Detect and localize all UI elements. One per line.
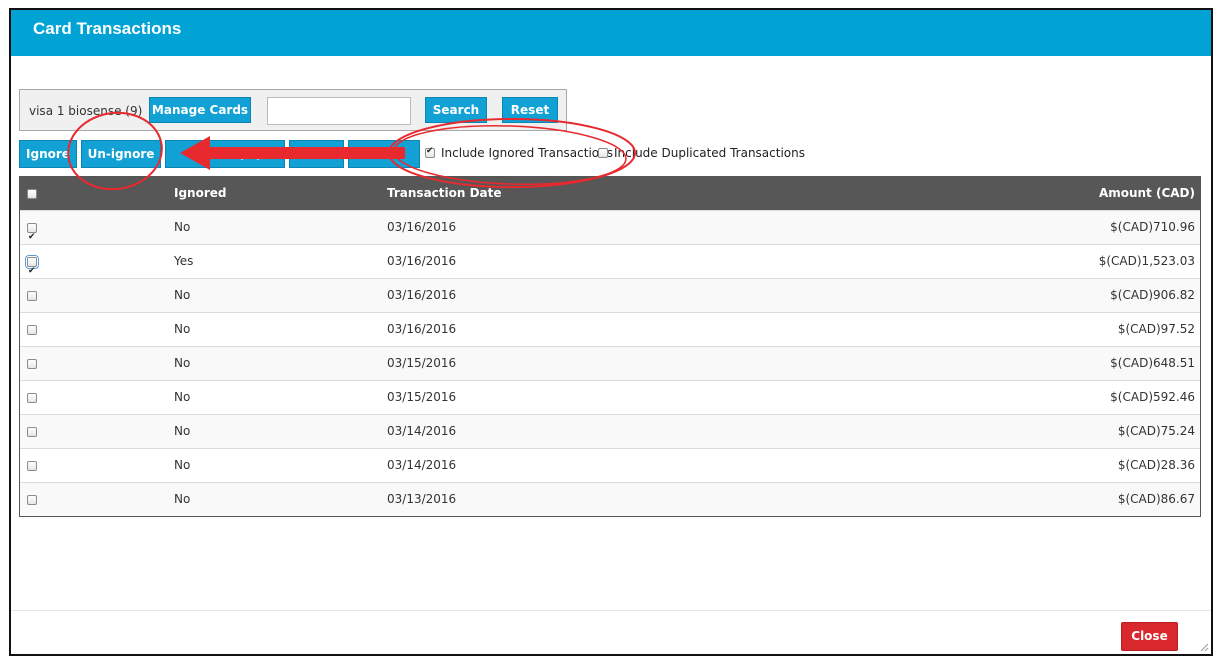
cell-amount: $(CAD)592.46 [1110, 390, 1195, 404]
cell-amount: $(CAD)97.52 [1117, 322, 1195, 336]
row-select-cell [27, 313, 37, 346]
table-header: Ignored Transaction Date Amount (CAD) [20, 177, 1200, 210]
include-ignored-option[interactable]: Include Ignored Transactions [425, 146, 613, 160]
row-select-cell [27, 415, 37, 448]
table-row[interactable]: No 03/15/2016 $(CAD)648.51 [20, 346, 1200, 380]
close-button[interactable]: Close [1121, 622, 1178, 651]
header-date[interactable]: Transaction Date [387, 177, 502, 210]
row-select-cell [27, 279, 37, 312]
table-row[interactable]: Yes 03/16/2016 $(CAD)1,523.03 [20, 244, 1200, 288]
unignore-button[interactable]: Un-ignore [81, 140, 161, 168]
action-button-4[interactable]: … [289, 140, 344, 168]
cell-amount: $(CAD)1,523.03 [1098, 254, 1195, 268]
table-row[interactable]: No 03/16/2016 $(CAD)710.96 [20, 210, 1200, 254]
table-row[interactable]: No 03/13/2016 $(CAD)86.67 [20, 482, 1200, 516]
filter-bar: visa 1 biosense (9) Manage Cards Search … [19, 89, 567, 131]
cell-amount: $(CAD)75.24 [1117, 424, 1195, 438]
row-select-cell [27, 211, 37, 254]
row-checkbox[interactable] [27, 290, 37, 301]
cell-ignored: No [174, 458, 191, 472]
table-row[interactable]: No 03/15/2016 $(CAD)592.46 [20, 380, 1200, 414]
cell-ignored: No [174, 424, 191, 438]
table-row[interactable]: No 03/14/2016 $(CAD)75.24 [20, 414, 1200, 448]
row-select-cell [27, 381, 37, 414]
row-checkbox[interactable] [27, 392, 37, 403]
table-row[interactable]: No 03/16/2016 $(CAD)97.52 [20, 312, 1200, 346]
include-duplicated-checkbox[interactable] [598, 148, 608, 158]
cell-ignored: No [174, 220, 191, 234]
cell-amount: $(CAD)86.67 [1117, 492, 1195, 506]
row-select-cell [25, 245, 39, 288]
resize-grip-icon[interactable] [1199, 642, 1209, 652]
cell-amount: $(CAD)906.82 [1110, 288, 1195, 302]
card-label: visa 1 biosense (9) [29, 104, 143, 118]
select-all-checkbox[interactable] [27, 188, 37, 199]
search-button[interactable]: Search [425, 97, 487, 123]
include-ignored-label: Include Ignored Transactions [441, 146, 613, 160]
footer-divider [11, 610, 1211, 611]
table-body: No 03/16/2016 $(CAD)710.96 Yes 03/16/2016 $(C… [20, 210, 1200, 516]
row-select-cell [27, 483, 37, 516]
header-amount[interactable]: Amount (CAD) [1099, 177, 1195, 210]
row-checkbox[interactable] [27, 460, 37, 471]
cell-amount: $(CAD)648.51 [1110, 356, 1195, 370]
table-row[interactable]: No 03/16/2016 $(CAD)906.82 [20, 278, 1200, 312]
card-transactions-modal: Card Transactions visa 1 biosense (9) Ma… [9, 8, 1213, 656]
cell-amount: $(CAD)28.36 [1117, 458, 1195, 472]
row-checkbox[interactable] [27, 426, 37, 437]
include-ignored-checkbox[interactable] [425, 146, 435, 158]
header-ignored[interactable]: Ignored [174, 177, 227, 210]
cell-ignored: Yes [174, 254, 194, 268]
cell-ignored: No [174, 322, 191, 336]
cell-ignored: No [174, 390, 191, 404]
cell-date: 03/14/2016 [387, 424, 457, 438]
cell-ignored: No [174, 288, 191, 302]
search-input[interactable] [267, 97, 411, 125]
row-checkbox[interactable] [25, 254, 39, 288]
cell-date: 03/16/2016 [387, 288, 457, 302]
transactions-table: Ignored Transaction Date Amount (CAD) No… [19, 176, 1201, 517]
select-all-cell [27, 177, 37, 210]
cell-date: 03/14/2016 [387, 458, 457, 472]
ignore-button[interactable]: Ignore [19, 140, 77, 168]
cell-date: 03/15/2016 [387, 356, 457, 370]
manage-cards-button[interactable]: Manage Cards [149, 97, 251, 123]
reset-button[interactable]: Reset [502, 97, 558, 123]
row-select-cell [27, 449, 37, 482]
row-checkbox[interactable] [27, 221, 37, 254]
cell-date: 03/16/2016 [387, 220, 457, 234]
action-button-5[interactable]: …a… [348, 140, 420, 168]
cell-date: 03/13/2016 [387, 492, 457, 506]
modal-title: Card Transactions [11, 10, 1211, 56]
action-button-3[interactable]: Re… … (…) [165, 140, 285, 168]
cell-date: 03/15/2016 [387, 390, 457, 404]
table-row[interactable]: No 03/14/2016 $(CAD)28.36 [20, 448, 1200, 482]
cell-date: 03/16/2016 [387, 254, 457, 268]
cell-ignored: No [174, 492, 191, 506]
row-checkbox[interactable] [27, 358, 37, 369]
cell-ignored: No [174, 356, 191, 370]
row-checkbox[interactable] [27, 324, 37, 335]
include-duplicated-label: Include Duplicated Transactions [614, 146, 805, 160]
cell-date: 03/16/2016 [387, 322, 457, 336]
include-duplicated-option[interactable]: Include Duplicated Transactions [598, 146, 805, 160]
row-checkbox[interactable] [27, 494, 37, 505]
row-select-cell [27, 347, 37, 380]
cell-amount: $(CAD)710.96 [1110, 220, 1195, 234]
